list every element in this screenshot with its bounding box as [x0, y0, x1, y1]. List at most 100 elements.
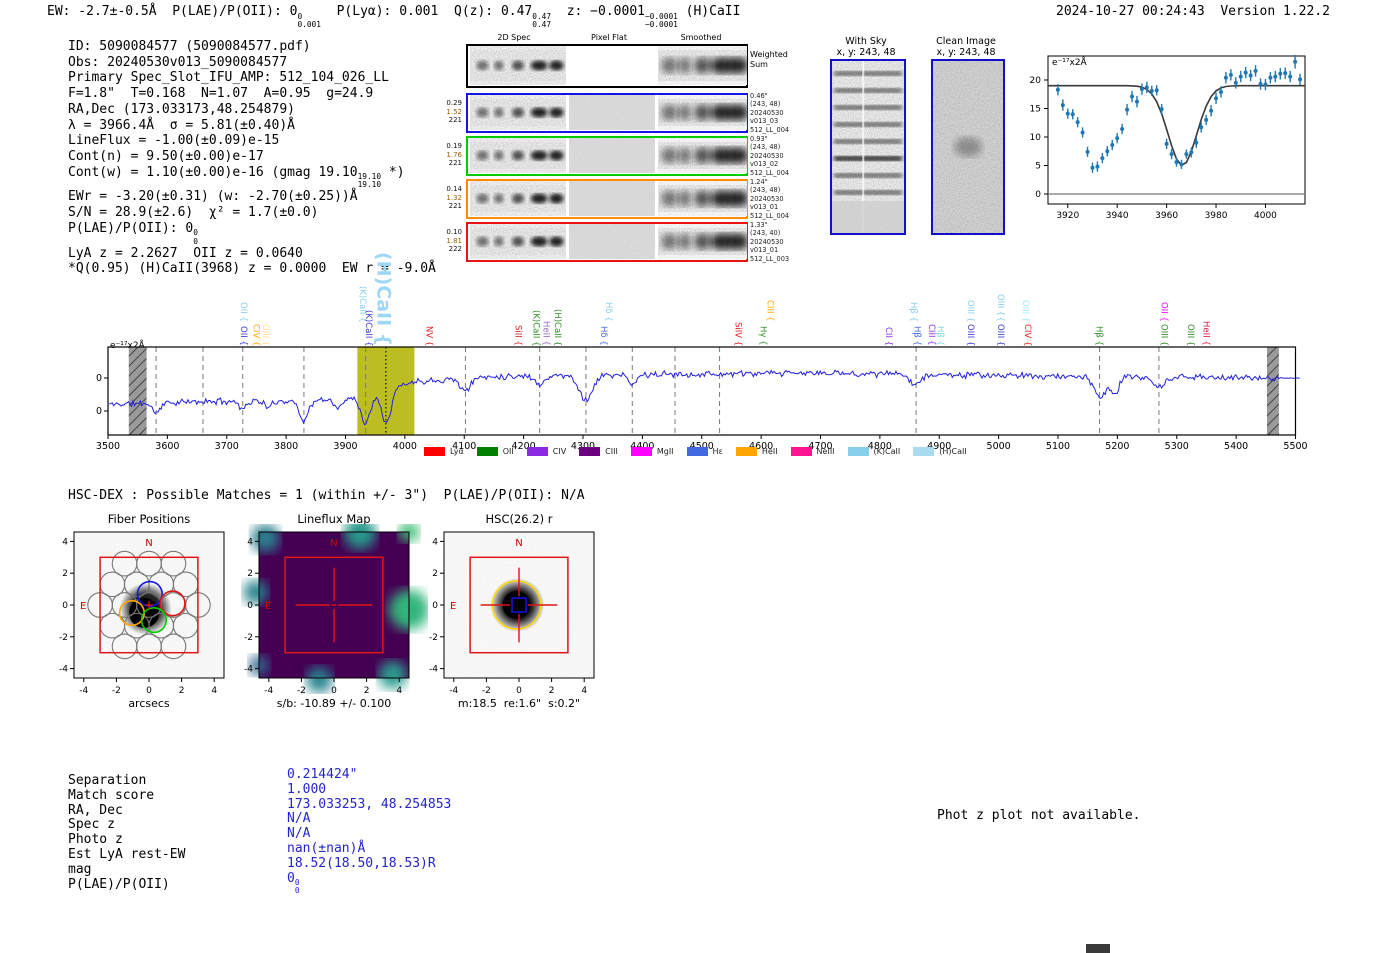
sky-panel-title: With Sky x, y: 243, 48	[836, 36, 896, 58]
spec2d-row	[466, 44, 748, 88]
sky-panel-image	[931, 59, 1005, 235]
svg-text:2: 2	[247, 569, 253, 579]
svg-text:4: 4	[247, 537, 253, 547]
text-segment: Obs: 20240530v013_5090084577	[68, 54, 288, 70]
legend-label: (K)CaII	[873, 447, 901, 456]
bottom-page-mark	[1086, 944, 1110, 953]
text-segment: F=1.8" T=0.168 N=1.07 A=0.95 g=24.9	[68, 86, 374, 102]
svg-text:4000: 4000	[393, 441, 417, 450]
text-segment: P(Lyα): 0.001 Q(z): 0.47	[320, 4, 533, 19]
cutout-svg: N E -4 -4 -2 -2 0 0 2 2 4 4	[429, 531, 595, 694]
svg-text:5500: 5500	[1283, 441, 1307, 450]
info-line: Cont(w) = 1.10(±0.00)e-16 (gmag 19.10 19.…	[68, 165, 436, 190]
info-line: EWr = -3.20(±0.31) (w: -2.70(±0.25))Å	[68, 189, 436, 205]
line-fit-plot: 3920 3940 3960 3980 4000 0 5 10 15 20	[1030, 44, 1313, 222]
phot-z-note: Phot z plot not available.	[937, 808, 1141, 823]
spectral-line-label: Hδ {	[598, 326, 609, 346]
spectral-line-label: Hγ {	[757, 326, 768, 346]
text-segment: EWr = -3.20(±0.31) (w: -2.70(±0.25))Å	[68, 189, 358, 205]
svg-text:0: 0	[331, 686, 337, 694]
match-table-value: N/A	[287, 811, 311, 827]
svg-text:2: 2	[179, 686, 185, 694]
match-table-label: mag	[68, 861, 92, 877]
svg-text:15: 15	[1030, 105, 1041, 115]
svg-text:-2: -2	[112, 686, 121, 694]
svg-text:4: 4	[432, 537, 438, 547]
info-line: S/N = 28.9(±2.6) χ² = 1.7(±0.0)	[68, 205, 436, 221]
svg-text:0: 0	[62, 601, 68, 611]
sky-panel-image	[830, 59, 906, 235]
svg-text:20: 20	[1030, 76, 1041, 86]
spectral-line-label: OIII {{	[994, 294, 1005, 322]
weighted-sum-label: Weighted Sum	[750, 50, 788, 69]
spec2d-row	[466, 93, 748, 133]
legend-swatch	[526, 447, 548, 456]
svg-text:3920: 3920	[1056, 211, 1079, 221]
text-segment: RA,Dec (173.033173,48.254879)	[68, 101, 295, 117]
svg-text:N: N	[515, 538, 522, 549]
svg-text:4000: 4000	[1254, 211, 1277, 221]
svg-text:0: 0	[432, 601, 438, 611]
svg-text:0: 0	[247, 601, 253, 611]
sup-sub-stack: −0.0001 −0.0001	[644, 11, 678, 29]
match-table-label: P(LAE)/P(OII)	[68, 876, 170, 892]
spectral-report-page: { "meta": {"datetime_version": "2024-10-…	[0, 0, 1400, 953]
cutout-xlabel: m:18.5 re:1.6" s:0.2"	[457, 697, 581, 710]
info-line: F=1.8" T=0.168 N=1.07 A=0.95 g=24.9	[68, 86, 436, 102]
pixelflat-image	[569, 224, 655, 259]
svg-text:2: 2	[62, 569, 68, 579]
legend-label: NeIII	[816, 447, 835, 456]
spectral-line-label: NV {	[423, 325, 434, 346]
svg-text:3960: 3960	[1155, 211, 1178, 221]
spectral-line-label: OII {	[237, 302, 248, 322]
spectral-line-label: (H)CaII {	[551, 308, 562, 346]
pixelflat-image	[569, 138, 655, 173]
clean-image	[933, 61, 1003, 233]
hsc-dex-header: HSC-DEX : Possible Matches = 1 (within +…	[68, 488, 585, 503]
spec2d-row-left-label: 0.10 1.81 222	[446, 228, 462, 254]
legend-item: (H)CaII	[913, 447, 967, 456]
info-line: Obs: 20240530v013_5090084577	[68, 55, 436, 71]
info-line: P(LAE)/P(OII): 000	[68, 221, 436, 246]
spec2d-row	[466, 222, 748, 262]
spectral-line-label: SiII {	[512, 325, 523, 346]
smoothed-image	[658, 224, 747, 259]
smoothed-image	[658, 181, 747, 216]
match-table-value: N/A	[287, 826, 311, 842]
spec2d-row-annotation: 1.33" (243, 40) 20240530 v013_01 512_LL_003	[750, 221, 790, 263]
spectral-line-label: Hβ {	[911, 326, 922, 346]
spec2d-col-header: Pixel Flat	[591, 33, 627, 42]
spec2d-row-left-label: 0.14 1.32 221	[446, 185, 462, 211]
svg-text:3600: 3600	[155, 441, 179, 450]
pixelflat-image	[569, 95, 655, 130]
detection-info-block: ID: 5090084577 (5090084577.pdf) Obs: 2024…	[68, 39, 436, 277]
legend-item: Lyα	[424, 447, 464, 456]
text-segment: 0	[287, 870, 295, 886]
text-segment: λ = 3966.4Å σ = 5.81(±0.40)Å	[68, 117, 295, 133]
info-line: Primary Spec_Slot_IFU_AMP: 512_104_026_L…	[68, 70, 436, 86]
legend-swatch	[686, 447, 708, 456]
svg-text:0: 0	[146, 686, 152, 694]
legend-item: OII	[476, 447, 514, 456]
spec2d-row-annotation: 0.93" (243, 48) 20240530 v013_02 512_LL_004	[750, 135, 790, 177]
svg-text:-4: -4	[244, 665, 253, 675]
spec2d-image	[470, 95, 566, 130]
svg-text:N: N	[145, 538, 152, 549]
svg-text:2: 2	[432, 569, 438, 579]
spectral-line-label: OIII {	[994, 323, 1005, 346]
svg-text:2: 2	[549, 686, 555, 694]
spectral-line-label: CIII {	[764, 300, 775, 322]
legend-swatch	[630, 447, 652, 456]
legend-label: CIII	[605, 447, 618, 456]
legend-swatch	[424, 447, 445, 456]
legend-item: (K)CaII	[847, 447, 901, 456]
lineflux-map-panel: N E -4 -4 -2 -2 0 0 2 2 4 4	[233, 524, 428, 694]
match-table-label: RA, Dec	[68, 802, 123, 818]
match-table-label: Match score	[68, 787, 155, 803]
sup-sub-stack: 00	[294, 878, 300, 896]
full-spectrum-svg: 3500 3600 3700 3800 3900 4000 4100 4200 4300 4400…	[95, 346, 1307, 450]
spectral-line-label: (H)CaII {	[372, 251, 395, 346]
text-segment: EW: -2.7±-0.5Å P(LAE)/P(OII): 0	[47, 4, 298, 19]
spec2d-col-header: 2D Spec	[497, 33, 531, 42]
full-spectrum-plot: 3500 3600 3700 3800 3900 4000 4100 4200 4300 4400…	[95, 340, 1307, 450]
